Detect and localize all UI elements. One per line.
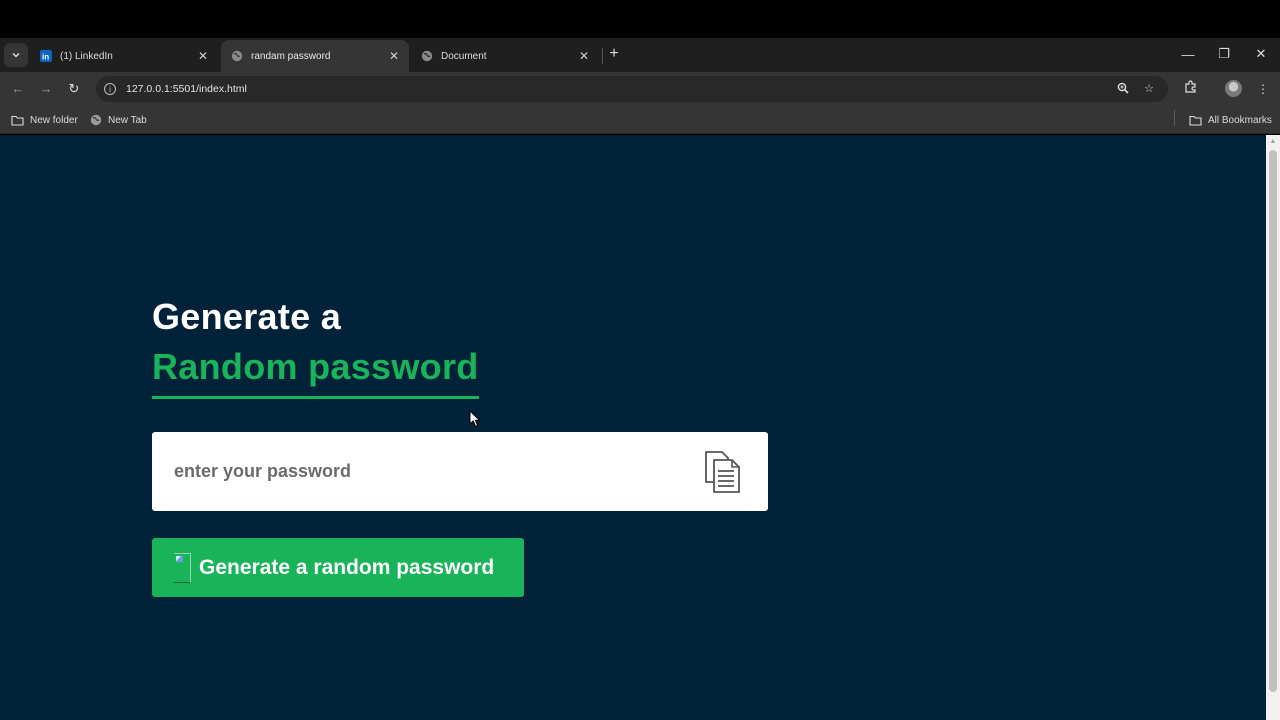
close-icon[interactable]: ✕ [387,49,401,63]
bookmark-new-folder[interactable]: New folder [11,112,78,128]
copy-icon[interactable] [702,449,742,495]
menu-icon[interactable]: ⋮ [1254,80,1272,98]
page-viewport [0,135,1266,720]
generate-button-label: Generate a random password [199,555,495,579]
tab-title: (1) LinkedIn [60,50,113,62]
globe-icon [90,114,102,126]
all-bookmarks-label: All Bookmarks [1208,114,1272,126]
tab-title: randam password [251,50,331,62]
tab-title: Document [441,50,487,62]
heading-line-random-password: Random password [152,342,479,399]
globe-icon [231,50,243,62]
all-bookmarks[interactable]: All Bookmarks [1189,112,1272,128]
close-window-button[interactable]: ✕ [1243,38,1279,70]
bookmark-label: New Tab [108,114,147,126]
bookmarks-divider [1174,110,1175,126]
browser-toolbar: ← → ↻ i 127.0.0.1:5501/index.html ☆ ⋮ [0,72,1280,106]
password-input[interactable] [174,461,674,482]
linkedin-icon: in [40,50,52,62]
new-tab-button[interactable]: + [604,44,624,64]
generate-password-button[interactable]: Generate a random password [152,538,524,597]
folder-icon [1189,115,1202,126]
zoom-icon[interactable] [1116,82,1130,96]
address-url: 127.0.0.1:5501/index.html [126,83,247,95]
forward-button[interactable]: → [36,79,56,99]
scrollbar-thumb[interactable] [1269,150,1277,692]
tab-document[interactable]: Document ✕ [411,40,599,72]
heading-line-generate: Generate a [152,296,342,337]
minimize-button[interactable]: — [1170,38,1206,70]
broken-image-icon [174,552,191,583]
bookmarks-bar: New folder New Tab All Bookmarks [0,106,1280,134]
password-field-container [152,432,768,511]
profile-avatar[interactable] [1225,80,1242,97]
tab-linkedin[interactable]: in (1) LinkedIn ✕ [30,40,218,72]
star-icon[interactable]: ☆ [1142,82,1156,96]
address-bar[interactable]: i 127.0.0.1:5501/index.html ☆ [96,76,1168,102]
svg-text:in: in [42,53,49,62]
close-icon[interactable]: ✕ [196,49,210,63]
tab-search-button[interactable] [4,43,28,67]
tab-randam-password[interactable]: randam password ✕ [221,40,409,72]
tab-divider [602,48,603,64]
page-heading: Generate a Random password [152,292,479,399]
restore-button[interactable]: ❐ [1206,38,1242,70]
extensions-icon[interactable] [1182,80,1200,98]
bookmark-label: New folder [30,114,78,126]
folder-icon [11,115,24,126]
close-icon[interactable]: ✕ [577,49,591,63]
chevron-down-icon [12,52,20,58]
mouse-cursor [469,409,481,433]
screen-top-band [0,0,1280,38]
back-button[interactable]: ← [8,79,28,99]
scroll-up-arrow[interactable]: ▲ [1268,137,1278,147]
bookmark-new-tab[interactable]: New Tab [90,112,147,128]
reload-button[interactable]: ↻ [64,79,84,99]
site-info-icon[interactable]: i [104,83,116,95]
globe-icon [421,50,433,62]
tab-strip: in (1) LinkedIn ✕ randam password ✕ Docu… [0,38,1280,72]
